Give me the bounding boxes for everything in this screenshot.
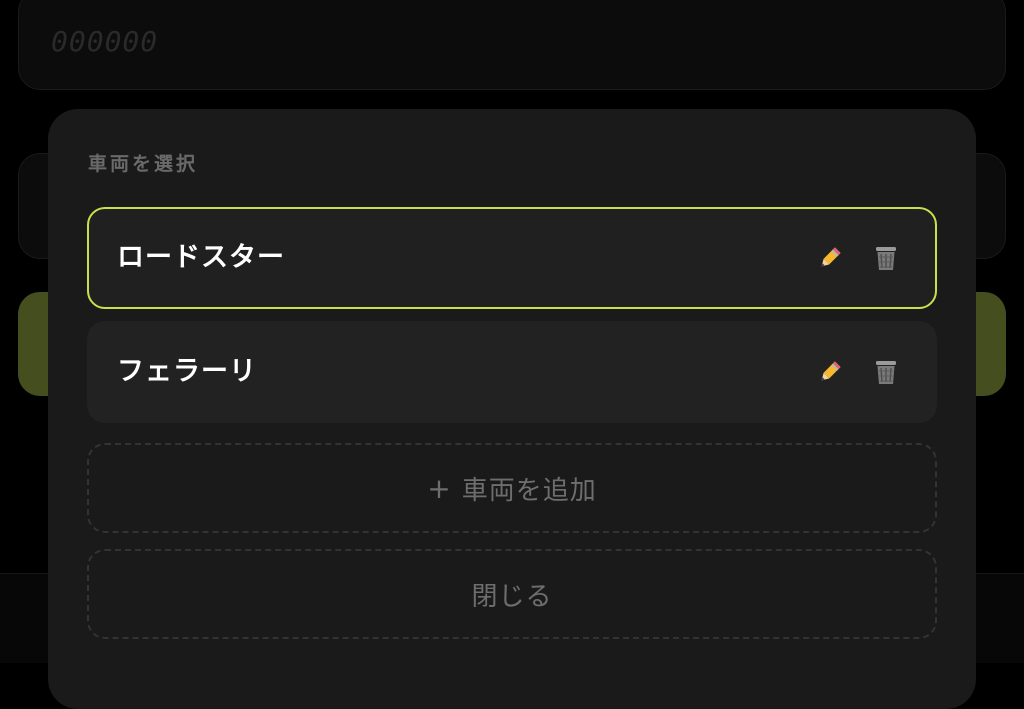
add-vehicle-button[interactable]: + 車両を追加 — [87, 443, 937, 533]
add-vehicle-label: 車両を追加 — [461, 475, 597, 506]
trash-icon[interactable] — [869, 355, 903, 389]
vehicle-name: フェラーリ — [117, 356, 257, 387]
vehicle-row-ferrari[interactable]: フェラーリ — [87, 321, 937, 423]
pencil-icon[interactable] — [813, 355, 847, 389]
vehicle-select-sheet: 車両を選択 ロードスター フェラーリ + 車両を追加 閉じる — [48, 109, 976, 709]
trash-icon[interactable] — [869, 241, 903, 275]
sheet-title: 車両を選択 — [88, 153, 199, 175]
plus-icon: + — [427, 471, 452, 505]
close-label: 閉じる — [471, 581, 553, 612]
close-button[interactable]: 閉じる — [87, 549, 937, 639]
background-code-input: 000000 — [18, 0, 1006, 90]
background-code-placeholder: 000000 — [51, 25, 159, 58]
vehicle-row-roadster[interactable]: ロードスター — [87, 207, 937, 309]
vehicle-name: ロードスター — [117, 242, 285, 273]
pencil-icon[interactable] — [813, 241, 847, 275]
